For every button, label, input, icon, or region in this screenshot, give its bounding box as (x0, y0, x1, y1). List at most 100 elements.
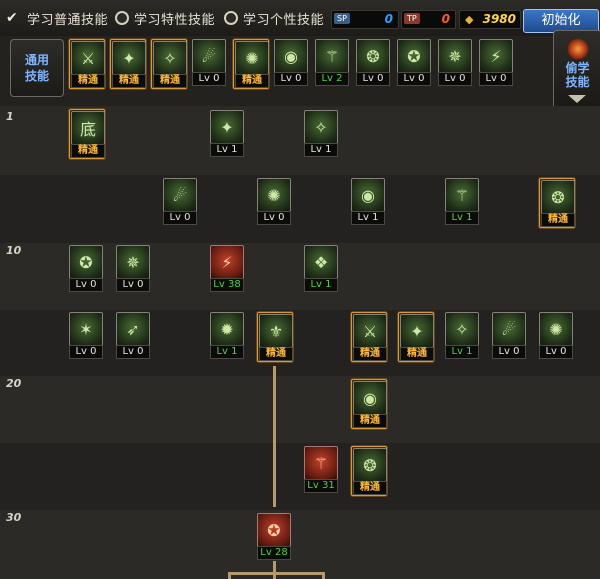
sp-value: 0 (384, 12, 393, 26)
skill-slot[interactable]: ✪ Lv 0 (397, 39, 431, 87)
skill-slot[interactable]: ⚡ Lv 0 (479, 39, 513, 87)
skill-slot[interactable]: ➶ Lv 0 (116, 312, 150, 360)
level-marker-1: 1 (6, 110, 14, 123)
skill-slot[interactable]: 底精通 (69, 109, 105, 159)
tab-learn-trait-skills[interactable]: 学习特性技能 (115, 7, 215, 29)
skill-icon: ⚡ (210, 245, 244, 279)
skill-level-caption: 精通 (541, 213, 575, 227)
skill-slot[interactable]: ⚔ 精通 (69, 39, 105, 89)
skill-slot[interactable]: ❂ Lv 0 (356, 39, 390, 87)
skill-level-caption: Lv 0 (116, 278, 150, 292)
tab-label: 学习特性技能 (134, 12, 216, 28)
skill-slot[interactable]: ✦ Lv 1 (210, 110, 244, 158)
skill-slot[interactable]: ◉ 精通 (351, 379, 387, 429)
dropdown-arrow-icon (568, 95, 586, 103)
gold-coin-icon: ◆ (465, 13, 474, 26)
tp-counter: TP 0 (401, 10, 456, 29)
skill-slot[interactable]: ⚔ 精通 (351, 312, 387, 362)
tree-connector (228, 572, 231, 579)
skill-slot[interactable]: ☄ Lv 0 (192, 39, 226, 87)
skill-slot[interactable]: ✪ Lv 0 (69, 245, 103, 293)
steal-label-line2: 技能 (565, 75, 590, 89)
skill-level-caption: Lv 0 (116, 345, 150, 359)
skill-slot[interactable]: ◉ Lv 1 (351, 178, 385, 226)
tab-learn-personal-skills[interactable]: 学习个性技能 (224, 7, 324, 29)
skill-icon: ◉ (274, 39, 308, 73)
skill-slot[interactable]: ✧ Lv 1 (304, 110, 338, 158)
skill-level-caption: Lv 1 (351, 211, 385, 225)
skill-level-caption: Lv 0 (69, 345, 103, 359)
skill-level-caption: Lv 1 (304, 143, 338, 157)
sp-tag: SP (334, 13, 350, 24)
grid-band (0, 175, 600, 243)
skill-slot[interactable]: ✪ Lv 28 (257, 513, 291, 561)
skill-slot[interactable]: ✶ Lv 0 (69, 312, 103, 360)
skill-icon: ✺ (257, 178, 291, 212)
skill-slot[interactable]: ✦ 精通 (398, 312, 434, 362)
skill-slot[interactable]: ✺ 精通 (233, 39, 269, 89)
sp-counter: SP 0 (331, 10, 399, 29)
tree-connector (273, 561, 276, 579)
skill-slot[interactable]: ✺ Lv 0 (257, 178, 291, 226)
common-skills-label: 通用 技能 (10, 39, 64, 97)
skill-slot[interactable]: ⚡ Lv 38 (210, 245, 244, 293)
skill-level-caption: Lv 2 (315, 72, 349, 86)
skill-slot[interactable]: ⚚ Lv 31 (304, 446, 338, 494)
skill-level-caption: Lv 0 (163, 211, 197, 225)
skill-icon: ⚚ (315, 39, 349, 73)
skill-tree-grid: 1 10 20 30 底精通 ✦ Lv 1 ✧ Lv 1 ☄ Lv 0 ✺ Lv 0 ◉ Lv 1 ⚚… (0, 106, 600, 579)
skill-level-caption: 精通 (353, 481, 387, 495)
skill-slot[interactable]: ✧ Lv 1 (445, 312, 479, 360)
skill-slot[interactable]: ⚚ Lv 1 (445, 178, 479, 226)
skill-level-caption: 精通 (259, 347, 293, 361)
steal-skills-button[interactable]: 偷学 技能 (553, 30, 600, 110)
skill-level-caption: Lv 1 (445, 345, 479, 359)
skill-slot[interactable]: ✧ 精通 (151, 39, 187, 89)
skill-slot[interactable]: ◉ Lv 0 (274, 39, 308, 87)
skill-tab-bar: ✔ 学习普通技能 学习特性技能 学习个性技能 SP 0 TP 0 ◆ 3980 … (0, 0, 600, 37)
skill-icon: ✵ (438, 39, 472, 73)
skill-slot[interactable]: ❖ Lv 1 (304, 245, 338, 293)
skill-slot[interactable]: ✹ Lv 1 (210, 312, 244, 360)
skill-level-caption: Lv 1 (210, 143, 244, 157)
skill-level-caption: Lv 0 (492, 345, 526, 359)
skill-icon: ✧ (153, 41, 187, 75)
skill-icon: ✶ (69, 312, 103, 346)
skill-level-caption: 精通 (71, 144, 105, 158)
grid-band (0, 443, 600, 510)
skill-slot[interactable]: ❂ 精通 (539, 178, 575, 228)
skill-level-caption: Lv 0 (69, 278, 103, 292)
skill-slot[interactable]: ✺ Lv 0 (539, 312, 573, 360)
skill-level-caption: Lv 1 (304, 278, 338, 292)
fire-orb-icon (567, 38, 589, 60)
skill-level-caption: Lv 0 (438, 72, 472, 86)
skill-level-caption: Lv 0 (397, 72, 431, 86)
skill-slot[interactable]: ✵ Lv 0 (116, 245, 150, 293)
skill-slot[interactable]: ✵ Lv 0 (438, 39, 472, 87)
radio-icon (115, 11, 129, 25)
skill-level-caption: 精通 (71, 74, 105, 88)
skill-icon: ⚚ (304, 446, 338, 480)
skill-icon: ⚚ (445, 178, 479, 212)
skill-slot[interactable]: ☄ Lv 0 (492, 312, 526, 360)
skill-icon: ✦ (210, 110, 244, 144)
skill-level-caption: 精通 (153, 74, 187, 88)
skill-level-caption: Lv 28 (257, 546, 291, 560)
checkmark-icon: ✔ (6, 10, 18, 26)
skill-icon: ⚔ (71, 41, 105, 75)
skill-icon: ✦ (112, 41, 146, 75)
skill-slot[interactable]: ⚚ Lv 2 (315, 39, 349, 87)
skill-level-caption: Lv 31 (304, 479, 338, 493)
skill-icon: ✪ (69, 245, 103, 279)
tp-value: 0 (441, 12, 450, 26)
skill-slot[interactable]: ✦ 精通 (110, 39, 146, 89)
skill-icon: ⚜ (259, 314, 293, 348)
skill-slot[interactable]: ⚜ 精通 (257, 312, 293, 362)
skill-icon: ✵ (116, 245, 150, 279)
skill-slot[interactable]: ☄ Lv 0 (163, 178, 197, 226)
grid-band (0, 376, 600, 443)
skill-slot[interactable]: ❂ 精通 (351, 446, 387, 496)
tab-learn-normal-skills[interactable]: ✔ 学习普通技能 (6, 7, 108, 29)
base-skill-icon: 底 (71, 111, 105, 145)
level-marker-30: 30 (6, 511, 22, 524)
